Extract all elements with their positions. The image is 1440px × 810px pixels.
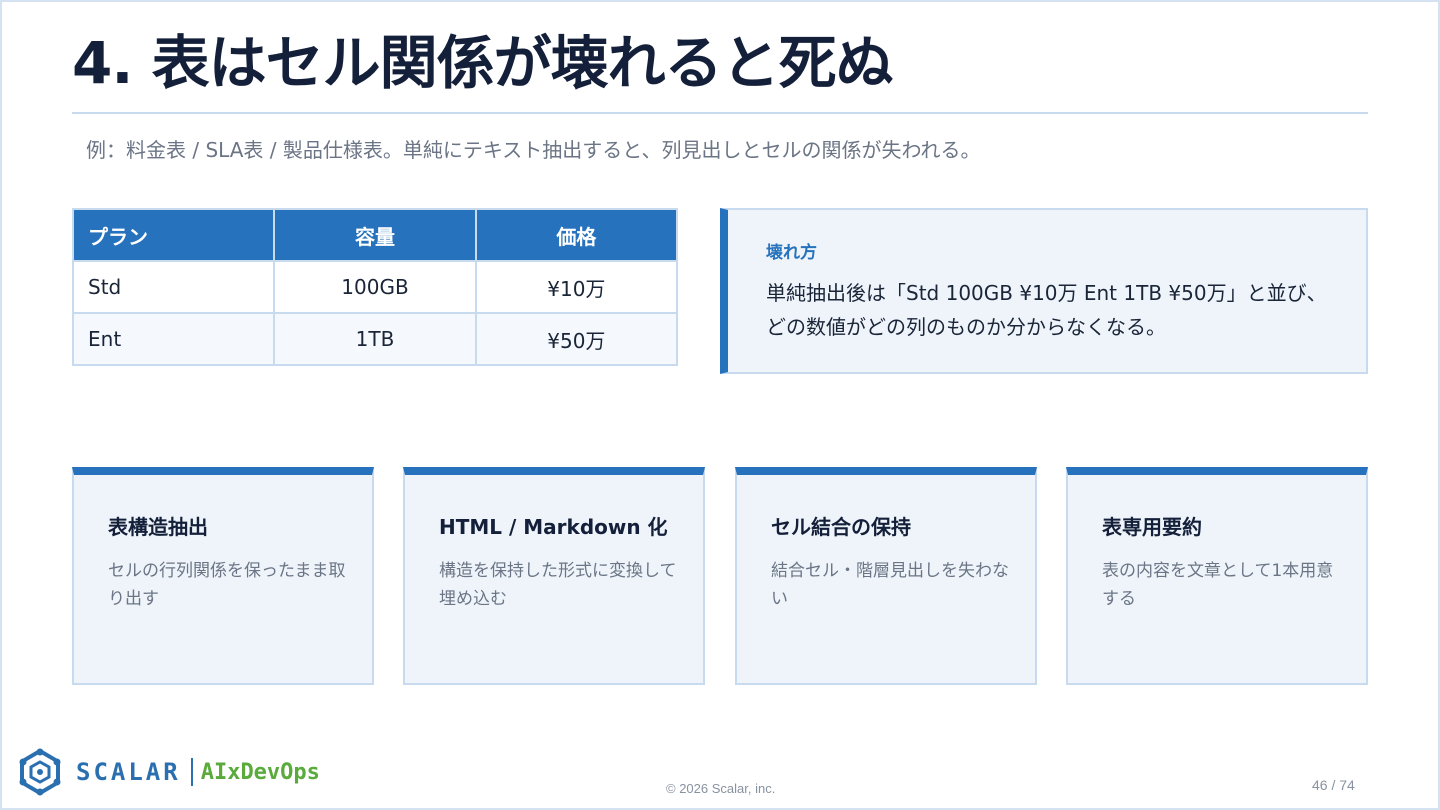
table-header-row: プラン 容量 価格 — [71, 208, 679, 262]
logo-divider — [190, 758, 193, 786]
table-row: Std 100GB ¥10万 — [71, 260, 679, 314]
table-cell: ¥50万 — [474, 312, 679, 366]
page-number: 46 / 74 — [1312, 777, 1355, 793]
table-row: Ent 1TB ¥50万 — [71, 312, 679, 366]
table-header-price: 価格 — [474, 208, 679, 262]
footer-logo: SCALAR AIxDevOps — [16, 748, 320, 796]
card-description: 表の内容を文章として1本用意する — [1102, 561, 1334, 609]
breakage-callout: 壊れ方 単純抽出後は「Std 100GB ¥10万 Ent 1TB ¥50万」と… — [720, 208, 1368, 374]
table-cell: ¥10万 — [474, 260, 679, 314]
brand-name: SCALAR — [76, 758, 181, 786]
card-table-summary: 表専用要約 表の内容を文章として1本用意する — [1066, 467, 1368, 685]
table-header-capacity: 容量 — [273, 208, 477, 262]
product-name: AIxDevOps — [200, 759, 320, 785]
table-cell: 1TB — [273, 312, 477, 366]
pricing-table: プラン 容量 価格 Std 100GB ¥10万 Ent 1TB ¥50万 — [71, 208, 679, 366]
card-table-structure-extraction: 表構造抽出 セルの行列関係を保ったまま取り出す — [72, 467, 374, 685]
callout-body: 単純抽出後は「Std 100GB ¥10万 Ent 1TB ¥50万」と並び、ど… — [766, 281, 1327, 339]
table-header-plan: プラン — [71, 208, 276, 262]
copyright-text: © 2026 Scalar, inc. — [666, 781, 776, 796]
scalar-logo-icon — [19, 748, 61, 796]
title-divider — [72, 112, 1368, 114]
card-title: 表構造抽出 — [108, 515, 208, 539]
card-description: セルの行列関係を保ったまま取り出す — [108, 561, 346, 609]
card-title: HTML / Markdown 化 — [439, 515, 668, 539]
card-title: セル結合の保持 — [771, 515, 911, 539]
card-title: 表専用要約 — [1102, 515, 1202, 539]
card-description: 構造を保持した形式に変換して埋め込む — [439, 561, 677, 609]
slide-frame — [0, 0, 1440, 810]
table-cell: 100GB — [273, 260, 477, 314]
card-merged-cells: セル結合の保持 結合セル・階層見出しを失わない — [735, 467, 1037, 685]
slide-title: 4. 表はセル関係が壊れると死ぬ — [72, 29, 894, 97]
table-cell: Ent — [71, 312, 276, 366]
callout-heading: 壊れ方 — [766, 243, 817, 263]
slide-subtitle: 例：料金表 / SLA表 / 製品仕様表。単純にテキスト抽出すると、列見出しとセ… — [86, 138, 981, 162]
card-html-markdown: HTML / Markdown 化 構造を保持した形式に変換して埋め込む — [403, 467, 705, 685]
table-cell: Std — [71, 260, 276, 314]
card-description: 結合セル・階層見出しを失わない — [771, 561, 1009, 609]
